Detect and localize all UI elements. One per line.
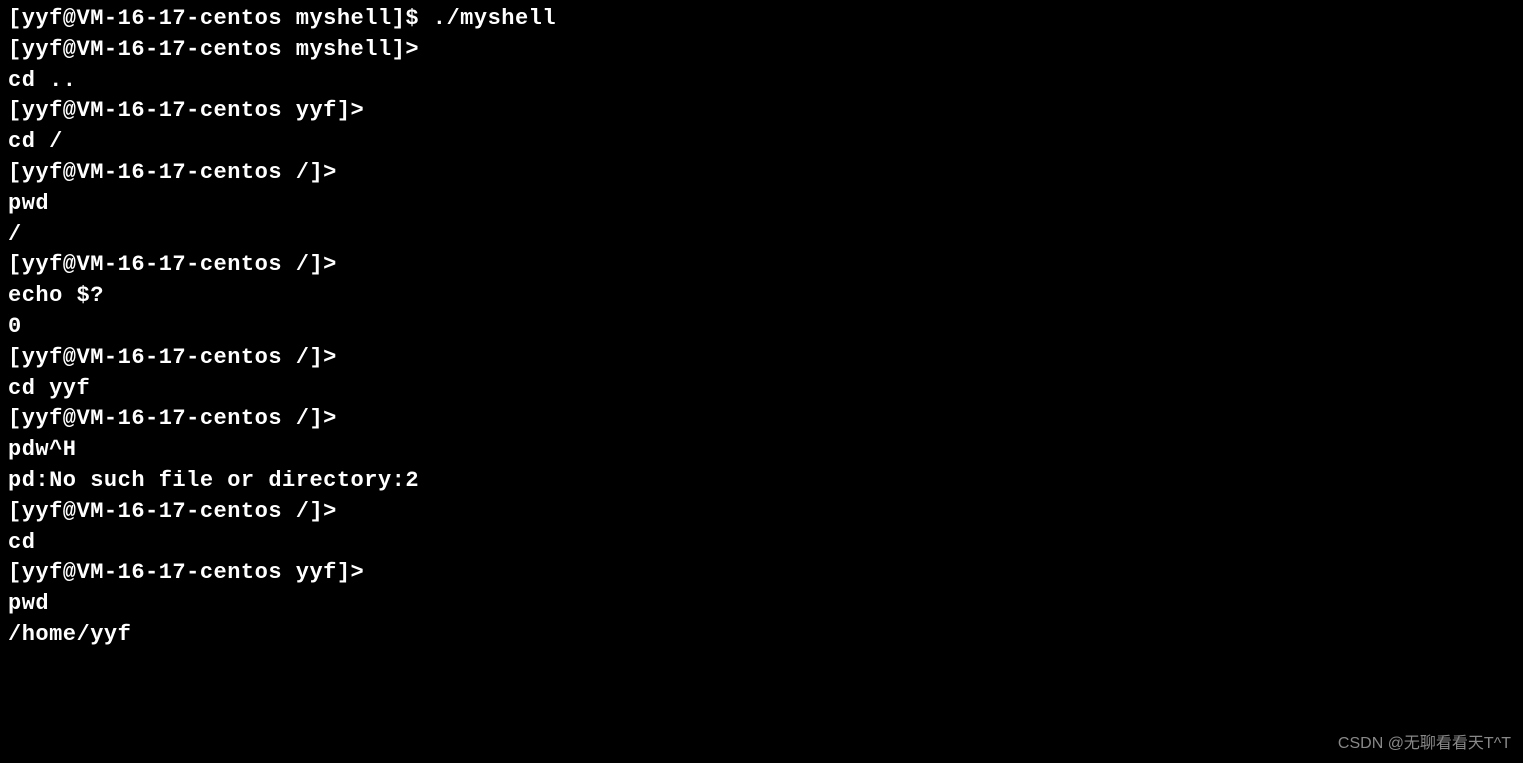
terminal-line: pdw^H — [8, 435, 1515, 466]
terminal-line: [yyf@VM-16-17-centos /]> — [8, 343, 1515, 374]
terminal-line: cd / — [8, 127, 1515, 158]
terminal-line: [yyf@VM-16-17-centos /]> — [8, 158, 1515, 189]
terminal-line: [yyf@VM-16-17-centos /]> — [8, 250, 1515, 281]
terminal-line: [yyf@VM-16-17-centos myshell]> — [8, 35, 1515, 66]
terminal-line: cd — [8, 528, 1515, 559]
terminal-line: cd yyf — [8, 374, 1515, 405]
terminal-line: [yyf@VM-16-17-centos yyf]> — [8, 96, 1515, 127]
terminal-line: [yyf@VM-16-17-centos myshell]$ ./myshell — [8, 4, 1515, 35]
terminal-line: cd .. — [8, 66, 1515, 97]
terminal-line: 0 — [8, 312, 1515, 343]
terminal-line: [yyf@VM-16-17-centos /]> — [8, 404, 1515, 435]
terminal-line: [yyf@VM-16-17-centos /]> — [8, 497, 1515, 528]
watermark-text: CSDN @无聊看看天T^T — [1338, 733, 1511, 755]
terminal-line: pd:No such file or directory:2 — [8, 466, 1515, 497]
terminal-line: pwd — [8, 589, 1515, 620]
terminal-line: echo $? — [8, 281, 1515, 312]
terminal-line: / — [8, 220, 1515, 251]
terminal-line: pwd — [8, 189, 1515, 220]
terminal-line: /home/yyf — [8, 620, 1515, 651]
terminal-line: [yyf@VM-16-17-centos yyf]> — [8, 558, 1515, 589]
terminal-output[interactable]: [yyf@VM-16-17-centos myshell]$ ./myshell… — [8, 4, 1515, 651]
